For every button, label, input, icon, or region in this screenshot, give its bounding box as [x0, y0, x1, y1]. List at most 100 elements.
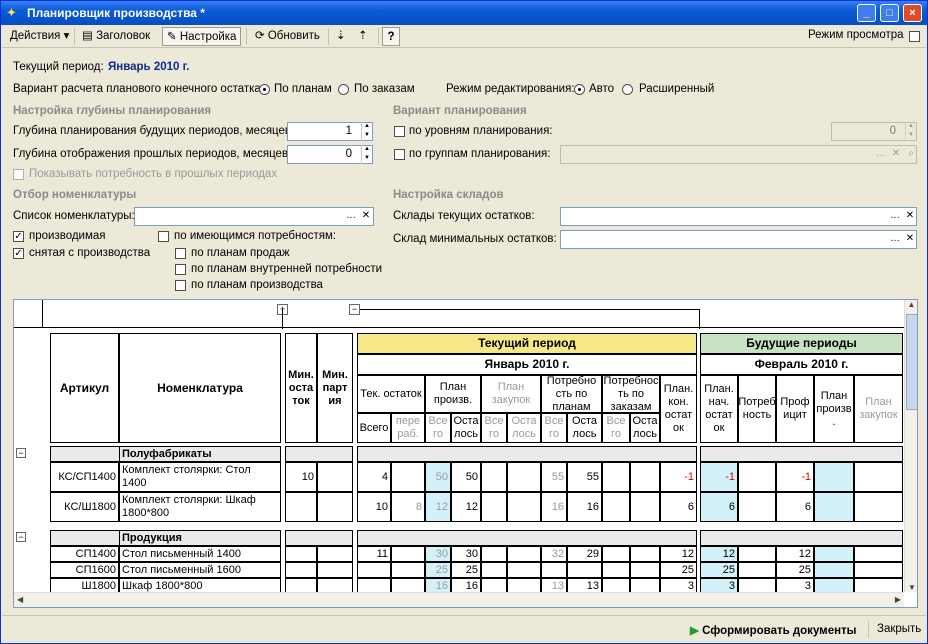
groups-input[interactable]	[560, 145, 917, 164]
row-plan-prod-all[interactable]: 25	[425, 562, 451, 578]
depth-section-title: Настройка глубины планирования	[13, 105, 212, 117]
row-article[interactable]: СП1400	[50, 546, 119, 562]
grid-group-header-row	[14, 300, 904, 327]
produced-checkbox[interactable]: ✓	[13, 231, 24, 242]
min-stock-wh-clear-icon[interactable]: ✕	[902, 231, 918, 248]
grid-divider	[360, 309, 700, 310]
collapse-button[interactable]: ⇡	[354, 27, 372, 46]
help-button[interactable]: ?	[382, 27, 400, 46]
collapse-group-icon[interactable]: −	[349, 304, 360, 315]
sales-plans-checkbox[interactable]	[175, 248, 186, 259]
horizontal-scrollbar[interactable]: ◀ ▶	[14, 592, 904, 607]
by-levels-checkbox[interactable]	[394, 126, 405, 137]
col-header-future-plan-purchase: План закупок	[854, 375, 903, 443]
row-nomenclature[interactable]: Стол письменный 1600	[119, 562, 281, 578]
by-groups-checkbox[interactable]	[394, 149, 405, 160]
row-future-plan-start[interactable]: 6	[700, 492, 738, 522]
planning-grid[interactable]: +−АртикулНоменклатураМин. оста токМин. п…	[13, 299, 918, 608]
actions-menu[interactable]: Действия ▾	[6, 27, 73, 46]
discontinued-checkbox[interactable]: ✓	[13, 248, 24, 259]
current-stock-wh-select-icon[interactable]: …	[887, 208, 903, 225]
nomenclature-select-icon[interactable]: …	[343, 208, 359, 225]
row-nomenclature[interactable]: Стол письменный 1400	[119, 546, 281, 562]
row-future-profit: -1	[776, 462, 814, 492]
row-plan-prod-all[interactable]: 50	[425, 462, 451, 492]
row-future-plan-prod[interactable]	[814, 562, 854, 578]
col-subheader: Все го	[425, 413, 451, 443]
row-article[interactable]: КС/СП1400	[50, 462, 119, 492]
col-header-min-stock: Мин. оста ток	[285, 333, 317, 443]
internal-plans-checkbox[interactable]	[175, 264, 186, 275]
close-window-button[interactable]: ×	[903, 4, 922, 22]
row-plan-prod-rem: 50	[451, 462, 481, 492]
col-header-nomenclature: Номенклатура	[119, 333, 281, 443]
row-min-stock[interactable]	[285, 562, 317, 578]
row-min-stock[interactable]	[285, 492, 317, 522]
group-row-name[interactable]: Продукция	[119, 530, 281, 546]
scroll-left-icon[interactable]: ◀	[17, 595, 23, 604]
row-min-stock[interactable]: 10	[285, 462, 317, 492]
header-button[interactable]: ▤ Заголовок	[78, 27, 154, 46]
show-past-needs-checkbox[interactable]	[13, 169, 24, 180]
row-future-plan-start[interactable]: -1	[700, 462, 738, 492]
collapse-group-icon[interactable]: −	[16, 532, 26, 542]
nomenclature-list-input[interactable]	[134, 207, 374, 226]
row-min-batch[interactable]	[317, 492, 353, 522]
row-plan-end: -1	[660, 462, 697, 492]
auto-label: Авто	[589, 83, 615, 95]
scroll-right-icon[interactable]: ▶	[895, 595, 901, 604]
groups-search-icon[interactable]: ⌕	[903, 146, 919, 163]
maximize-button[interactable]: □	[880, 4, 899, 22]
by-orders-radio[interactable]	[338, 84, 349, 95]
current-stock-wh-input[interactable]	[560, 207, 917, 226]
row-nomenclature[interactable]: Комплект столярки: Шкаф 1800*800	[119, 492, 281, 522]
collapse-group-icon[interactable]: −	[16, 448, 26, 458]
row-article[interactable]: СП1600	[50, 562, 119, 578]
scroll-down-icon[interactable]: ▼	[905, 583, 917, 592]
settings-button[interactable]: ✎ Настройка	[162, 27, 242, 46]
by-plans-label: По планам	[274, 83, 332, 95]
current-period-value[interactable]: Январь 2010 г.	[108, 61, 189, 73]
future-periods-header: Будущие периоды	[700, 333, 903, 354]
extended-radio[interactable]	[622, 84, 633, 95]
row-future-need	[738, 492, 776, 522]
row-min-batch[interactable]	[317, 562, 353, 578]
future-depth-spinner[interactable]: ▲ ▼	[361, 122, 372, 141]
minimize-button[interactable]: _	[857, 4, 876, 22]
scroll-up-icon[interactable]: ▲	[905, 300, 917, 309]
by-plans-radio[interactable]	[259, 84, 270, 95]
production-plans-checkbox[interactable]	[175, 280, 186, 291]
expand-button[interactable]: ⇣	[332, 27, 350, 46]
refresh-button[interactable]: ⟳ Обновить	[251, 27, 324, 46]
col-header-min-batch: Мин. парт ия	[317, 333, 353, 443]
min-stock-wh-select-icon[interactable]: …	[887, 231, 903, 248]
vertical-scroll-thumb[interactable]	[906, 314, 917, 410]
auto-radio[interactable]	[574, 84, 585, 95]
row-future-plan-start[interactable]: 25	[700, 562, 738, 578]
row-future-plan-prod[interactable]	[814, 492, 854, 522]
past-depth-spinner[interactable]: ▲ ▼	[361, 145, 372, 164]
existing-needs-checkbox[interactable]	[158, 231, 169, 242]
row-nomenclature[interactable]: Комплект столярки: Стол 1400	[119, 462, 281, 492]
row-min-batch[interactable]	[317, 462, 353, 492]
row-future-plan-start[interactable]: 12	[700, 546, 738, 562]
close-button[interactable]: Закрыть	[877, 623, 921, 635]
row-cur-total: 4	[357, 462, 391, 492]
row-plan-prod-all[interactable]: 12	[425, 492, 451, 522]
current-stock-wh-clear-icon[interactable]: ✕	[902, 208, 918, 225]
group-row-name[interactable]: Полуфабрикаты	[119, 446, 281, 462]
row-article[interactable]: КС/Ш1800	[50, 492, 119, 522]
vertical-scrollbar[interactable]: ▲ ▼	[904, 300, 917, 592]
row-min-stock[interactable]	[285, 546, 317, 562]
row-future-plan-prod[interactable]	[814, 546, 854, 562]
min-stock-wh-input[interactable]	[560, 230, 917, 249]
groups-clear-icon[interactable]: ✕	[888, 146, 904, 163]
row-future-plan-prod[interactable]	[814, 462, 854, 492]
groups-select-icon[interactable]: …	[873, 146, 889, 163]
nomenclature-clear-icon[interactable]: ✕	[358, 208, 374, 225]
generate-docs-button[interactable]: ▶ Сформировать документы	[690, 623, 857, 637]
view-mode-checkbox[interactable]	[909, 31, 920, 42]
row-min-batch[interactable]	[317, 546, 353, 562]
row-plan-prod-all[interactable]: 30	[425, 546, 451, 562]
levels-spinner[interactable]: ▲ ▼	[905, 122, 916, 141]
